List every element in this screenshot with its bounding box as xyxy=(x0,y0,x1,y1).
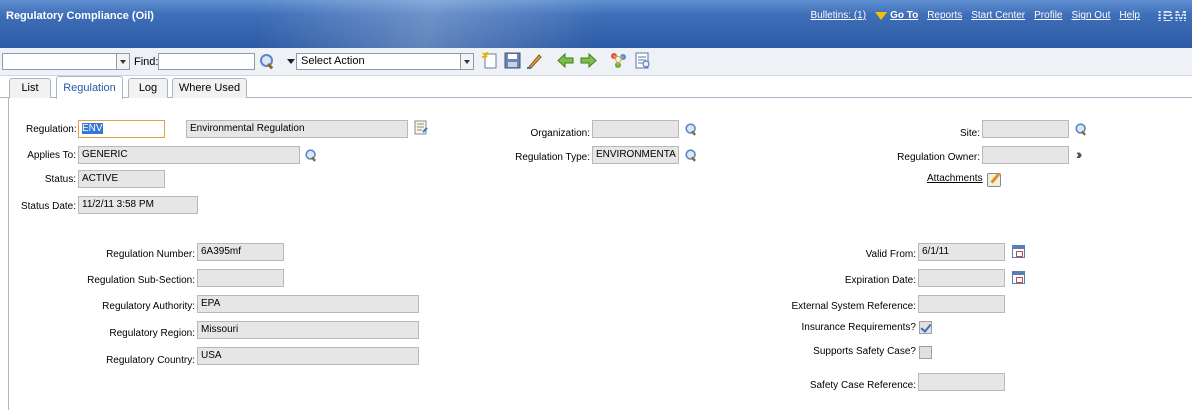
regulation-number-field[interactable]: 6A395mf xyxy=(197,243,284,261)
bulletins-link[interactable]: Bulletins: (1) xyxy=(810,10,866,21)
find-input[interactable] xyxy=(158,53,255,70)
safety-case-reference-field[interactable] xyxy=(918,373,1005,391)
external-system-reference-field[interactable] xyxy=(918,295,1005,313)
regulatory-region-field[interactable]: Missouri xyxy=(197,321,419,339)
find-label: Find: xyxy=(134,56,159,68)
tab-bar: List Regulation Log Where Used xyxy=(0,76,1192,99)
help-link[interactable]: Help xyxy=(1119,10,1140,21)
expiration-date-field[interactable] xyxy=(918,269,1005,287)
supports-safety-case-label: Supports Safety Case? xyxy=(813,346,916,357)
goto-label: Go To xyxy=(890,10,919,21)
title-bar: Regulatory Compliance (Oil) Bulletins: (… xyxy=(0,0,1192,48)
regulatory-authority-label: Regulatory Authority: xyxy=(102,301,195,312)
status-label: Status: xyxy=(44,174,76,185)
save-icon[interactable] xyxy=(503,51,522,70)
workflow-icon[interactable] xyxy=(609,51,628,70)
select-action-arrow-icon[interactable] xyxy=(287,59,295,64)
organization-label: Organization: xyxy=(530,128,590,139)
site-field[interactable] xyxy=(982,120,1069,138)
regulation-type-field[interactable]: ENVIRONMENTA xyxy=(592,146,679,164)
applies-to-lookup-icon[interactable] xyxy=(305,149,318,162)
safety-case-reference-label: Safety Case Reference: xyxy=(809,380,916,391)
valid-from-label: Valid From: xyxy=(865,249,916,260)
next-record-icon[interactable] xyxy=(579,51,598,70)
new-record-icon[interactable] xyxy=(481,51,500,70)
global-nav: Bulletins: (1) Go To Reports Start Cente… xyxy=(801,10,1140,21)
external-system-reference-label: External System Reference: xyxy=(791,301,917,312)
regulation-sub-section-label: Regulation Sub-Section: xyxy=(87,275,195,286)
tab-regulation[interactable]: Regulation xyxy=(56,76,123,99)
status-date-label: Status Date: xyxy=(20,201,76,212)
regulation-owner-menu-icon[interactable]: ›› xyxy=(1076,146,1083,162)
supports-safety-case-checkbox[interactable] xyxy=(919,346,932,359)
applies-to-field[interactable]: GENERIC xyxy=(78,146,300,164)
goto-arrow-icon xyxy=(875,12,888,20)
start-center-link[interactable]: Start Center xyxy=(971,10,1025,21)
long-description-icon[interactable] xyxy=(414,120,429,136)
attachments-edit-icon[interactable] xyxy=(987,173,1001,187)
find-search-icon[interactable] xyxy=(259,53,275,69)
sign-out-link[interactable]: Sign Out xyxy=(1072,10,1111,21)
select-action-dropdown[interactable]: Select Action xyxy=(296,53,474,70)
regulation-number-label: Regulation Number: xyxy=(106,249,195,260)
saved-query-select[interactable] xyxy=(2,53,130,70)
regulatory-country-field[interactable]: USA xyxy=(197,347,419,365)
regulatory-authority-field[interactable]: EPA xyxy=(197,295,419,313)
select-action-label: Select Action xyxy=(301,55,365,67)
insurance-requirements-checkbox[interactable] xyxy=(919,321,932,334)
regulation-label: Regulation: xyxy=(26,124,77,135)
title-bar-decoration xyxy=(260,0,680,48)
previous-record-icon[interactable] xyxy=(556,51,575,70)
ibm-logo: IBM xyxy=(1157,8,1188,25)
organization-lookup-icon[interactable] xyxy=(685,123,698,136)
organization-field[interactable] xyxy=(592,120,679,138)
regulatory-region-label: Regulatory Region: xyxy=(109,328,195,339)
regulation-code-field[interactable]: ENV xyxy=(78,120,165,138)
expiration-date-calendar-icon[interactable] xyxy=(1012,271,1025,284)
regulation-description-field[interactable]: Environmental Regulation xyxy=(186,120,408,138)
regulation-code-value: ENV xyxy=(82,123,103,134)
expiration-date-label: Expiration Date: xyxy=(844,275,916,286)
tab-list[interactable]: List xyxy=(9,78,51,98)
status-field[interactable]: ACTIVE xyxy=(78,170,165,188)
valid-from-calendar-icon[interactable] xyxy=(1012,245,1025,258)
app-title: Regulatory Compliance (Oil) xyxy=(6,10,154,22)
regulation-owner-field[interactable] xyxy=(982,146,1069,164)
regulation-type-label: Regulation Type: xyxy=(515,152,590,163)
select-action-dropdown-button[interactable] xyxy=(460,54,473,69)
regulation-sub-section-field[interactable] xyxy=(197,269,284,287)
site-lookup-icon[interactable] xyxy=(1075,123,1088,136)
profile-link[interactable]: Profile xyxy=(1034,10,1062,21)
valid-from-field[interactable]: 6/1/11 xyxy=(918,243,1005,261)
status-date-field[interactable]: 11/2/11 3:58 PM xyxy=(78,196,198,214)
applies-to-label: Applies To: xyxy=(27,150,76,161)
reports-link[interactable]: Reports xyxy=(927,10,962,21)
regulation-owner-label: Regulation Owner: xyxy=(897,152,980,163)
tab-log[interactable]: Log xyxy=(128,78,168,98)
attachments-link[interactable]: Attachments xyxy=(927,173,983,184)
regulation-type-lookup-icon[interactable] xyxy=(685,149,698,162)
site-label: Site: xyxy=(959,128,980,139)
tab-where-used[interactable]: Where Used xyxy=(172,78,247,98)
regulatory-country-label: Regulatory Country: xyxy=(106,355,195,366)
saved-query-dropdown-button[interactable] xyxy=(116,54,129,69)
goto-menu[interactable]: Go To xyxy=(875,10,918,21)
view-history-icon[interactable] xyxy=(633,51,652,70)
clear-changes-icon[interactable] xyxy=(525,51,544,70)
insurance-requirements-label: Insurance Requirements? xyxy=(801,322,916,333)
